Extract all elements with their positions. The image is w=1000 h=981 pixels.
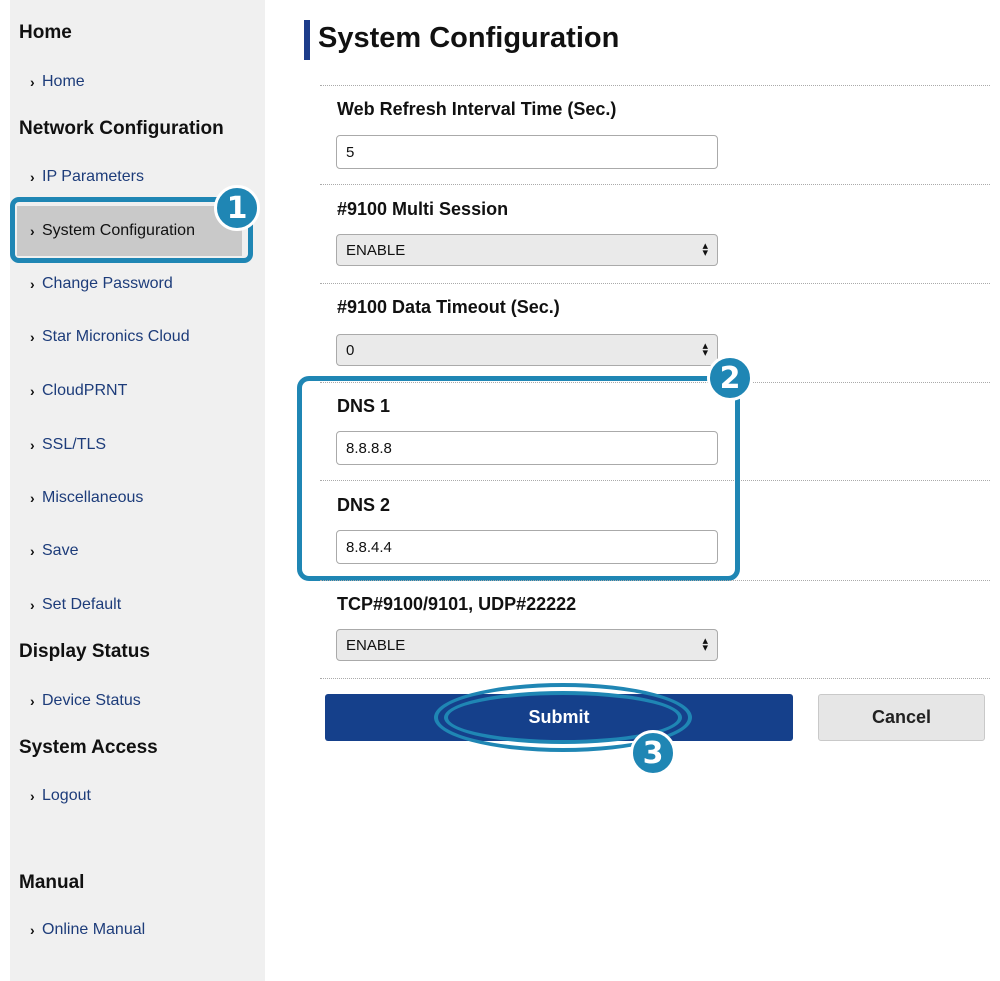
sidebar-item-device-status[interactable]: › Device Status — [10, 683, 265, 719]
field-label-web-refresh: Web Refresh Interval Time (Sec.) — [337, 99, 617, 119]
tcp-udp-select-value: ENABLE — [346, 636, 406, 654]
chevron-right-icon: › — [30, 383, 35, 399]
sidebar-item-cloudprnt[interactable]: › CloudPRNT — [10, 373, 265, 409]
sidebar-item-star-micronics-cloud[interactable]: › Star Micronics Cloud — [10, 319, 265, 355]
section-heading-display-status: Display Status — [19, 641, 150, 662]
step-badge-1: 1 — [214, 185, 260, 231]
divider — [320, 184, 990, 185]
section-heading-network-configuration: Network Configuration — [19, 118, 224, 139]
divider — [320, 85, 990, 86]
select-arrows-icon: ▴ ▾ — [702, 635, 708, 654]
select-arrows-icon: ▴ ▾ — [702, 340, 708, 359]
section-heading-system-access: System Access — [19, 737, 158, 758]
multi-session-select[interactable]: ENABLE ▴ ▾ — [336, 234, 718, 266]
data-timeout-select-value: 0 — [346, 341, 355, 359]
sidebar-item-ssl-tls[interactable]: › SSL/TLS — [10, 427, 265, 463]
data-timeout-select[interactable]: 0 ▴ ▾ — [336, 334, 718, 366]
annotation-highlight-step2 — [297, 376, 740, 581]
chevron-right-icon: › — [30, 437, 35, 453]
sidebar-item-change-password[interactable]: › Change Password — [10, 266, 265, 302]
chevron-right-icon: › — [30, 597, 35, 613]
chevron-right-icon: › — [30, 693, 35, 709]
cancel-button[interactable]: Cancel — [818, 694, 985, 741]
field-label-multi-session: #9100 Multi Session — [337, 199, 509, 219]
tcp-udp-select[interactable]: ENABLE ▴ ▾ — [336, 629, 718, 661]
chevron-right-icon: › — [30, 276, 35, 292]
sidebar-item-save[interactable]: › Save — [10, 533, 265, 569]
sidebar-item-online-manual[interactable]: › Online Manual — [10, 912, 265, 948]
field-label-data-timeout: #9100 Data Timeout (Sec.) — [337, 297, 560, 317]
sidebar-item-miscellaneous[interactable]: › Miscellaneous — [10, 480, 265, 516]
chevron-right-icon: › — [30, 490, 35, 506]
title-accent-bar — [304, 20, 310, 60]
divider — [320, 678, 990, 679]
sidebar-item-home[interactable]: › Home — [10, 64, 265, 100]
chevron-right-icon: › — [30, 169, 35, 185]
field-label-tcp-udp: TCP#9100/9101, UDP#22222 — [337, 594, 577, 614]
step-badge-2: 2 — [707, 355, 753, 401]
web-refresh-interval-input[interactable]: 5 — [336, 135, 718, 169]
chevron-right-icon: › — [30, 922, 35, 938]
chevron-right-icon: › — [30, 543, 35, 559]
chevron-right-icon: › — [30, 329, 35, 345]
section-heading-manual: Manual — [19, 872, 85, 893]
step-badge-3: 3 — [630, 730, 676, 776]
select-arrows-icon: ▴ ▾ — [702, 240, 708, 259]
page-title: System Configuration — [318, 22, 620, 54]
multi-session-select-value: ENABLE — [346, 241, 406, 259]
chevron-right-icon: › — [30, 74, 35, 90]
section-heading-home: Home — [19, 22, 72, 43]
sidebar-item-logout[interactable]: › Logout — [10, 778, 265, 814]
divider — [320, 580, 990, 581]
divider — [320, 283, 990, 284]
chevron-right-icon: › — [30, 788, 35, 804]
sidebar-item-set-default[interactable]: › Set Default — [10, 587, 265, 623]
